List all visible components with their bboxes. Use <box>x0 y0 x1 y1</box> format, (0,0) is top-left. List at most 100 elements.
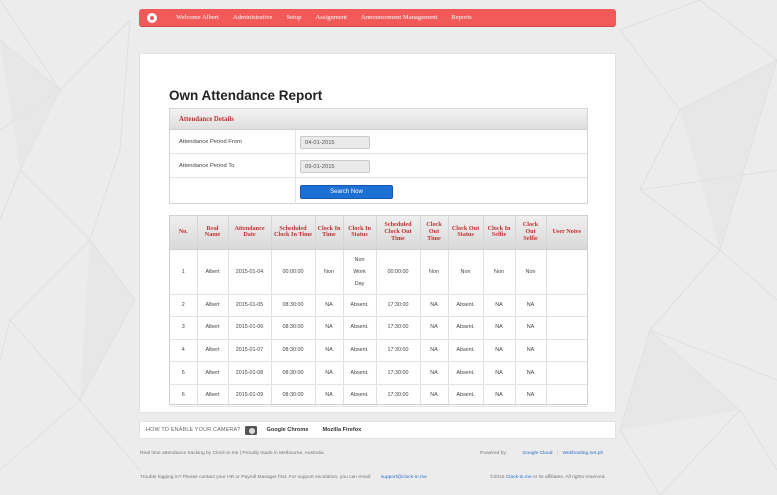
cell-no: 1 <box>170 249 198 295</box>
cell-no: 2 <box>170 294 198 318</box>
cell-no: 3 <box>170 316 198 340</box>
cell-clock-in-time: NA <box>315 316 344 340</box>
cell-clock-out-status: Absent. <box>448 384 484 408</box>
cell-real-name: Albert <box>197 384 229 408</box>
cell-clock-in-selfie: NA <box>483 384 516 408</box>
details-header-label: Attendance Details <box>179 115 234 123</box>
cell-clock-out-status: Absent. <box>448 294 484 318</box>
cell-clock-out-selfie: NA <box>515 384 547 408</box>
cell-scheduled-clock-in: 08:30:00 <box>271 384 316 408</box>
cell-clock-out-time: NA <box>420 384 449 408</box>
cell-clock-in-status: Absent. <box>343 339 377 363</box>
cell-clock-out-status: Non <box>448 249 484 295</box>
cell-clock-in-selfie: NA <box>483 361 516 385</box>
cell-clock-in-status: Absent. <box>343 294 377 318</box>
copyright-brand-link[interactable]: Clock-in.me <box>506 475 532 480</box>
cell-attendance-date: 2015-01-04 <box>228 249 272 295</box>
webhosting-link[interactable]: Webhosting.net.ph <box>562 451 603 456</box>
cell-real-name: Albert <box>197 361 229 385</box>
cell-clock-out-selfie: NA <box>515 361 547 385</box>
cell-clock-in-selfie: NA <box>483 294 516 318</box>
nav-item-announcement-management[interactable]: Announcement Management <box>354 9 444 27</box>
nav-item-assignment[interactable]: Assignment <box>308 9 354 27</box>
cell-real-name: Albert <box>197 294 229 318</box>
cell-no: 5 <box>170 361 198 385</box>
col-attendance-date: Attendance Date <box>228 216 272 250</box>
page-title: Own Attendance Report <box>169 88 323 103</box>
table-header-row: No. Real Name Attendance Date Scheduled … <box>170 216 587 250</box>
table-row: 2 Albert 2015-01-05 08:30:00 NA Absent. … <box>170 294 587 318</box>
search-now-button[interactable]: Search Now <box>300 185 393 199</box>
cell-attendance-date: 2015-01-05 <box>228 294 272 318</box>
nav-item-reports[interactable]: Reports <box>444 9 479 27</box>
camera-icon <box>245 425 258 435</box>
cell-clock-in-time: NA <box>315 384 344 408</box>
cell-clock-in-status: Non Work Day <box>343 249 377 295</box>
col-clock-in-selfie: Clock In Selfie <box>483 216 516 250</box>
cell-scheduled-clock-in: 00:00:00 <box>271 249 316 295</box>
footer-tagline: Real time attendance tracking by Clock-i… <box>140 451 324 456</box>
period-to-row: Attendance Period To <box>170 154 587 178</box>
cell-clock-out-time: NA <box>420 316 449 340</box>
google-chrome-link[interactable]: Google Chrome <box>266 427 308 433</box>
period-from-row: Attendance Period From <box>170 130 587 154</box>
cell-clock-in-status: Absent. <box>343 361 377 385</box>
cell-attendance-date: 2015-01-08 <box>228 361 272 385</box>
period-to-input[interactable] <box>300 160 370 173</box>
cell-attendance-date: 2015-01-06 <box>228 316 272 340</box>
cell-scheduled-clock-out: 00:00:00 <box>376 249 421 295</box>
period-to-label: Attendance Period To <box>179 163 235 169</box>
period-from-label: Attendance Period From <box>179 139 242 145</box>
camera-help-text: HOW TO ENABLE YOUR CAMERA? <box>146 427 241 433</box>
footer-copyright: ©2015 Clock-in.me or its affiliates. All… <box>490 475 606 480</box>
cell-no: 4 <box>170 339 198 363</box>
support-email-link[interactable]: support@clock-in.me <box>381 475 427 480</box>
cell-clock-in-time: NA <box>315 361 344 385</box>
attendance-report-table: No. Real Name Attendance Date Scheduled … <box>170 216 587 408</box>
cell-real-name: Albert <box>197 316 229 340</box>
details-header: Attendance Details <box>170 109 587 130</box>
cell-clock-out-selfie: NA <box>515 294 547 318</box>
table-row: 6 Albert 2015-01-09 08:30:00 NA Absent. … <box>170 384 587 408</box>
cell-clock-out-status: Absent. <box>448 339 484 363</box>
table-row: 5 Albert 2015-01-08 08:30:00 NA Absent. … <box>170 361 587 385</box>
cell-clock-in-selfie: Non <box>483 249 516 295</box>
google-cloud-link[interactable]: Google Cloud <box>523 451 553 456</box>
nav-item-administrative[interactable]: Administrative <box>226 9 280 27</box>
cell-scheduled-clock-in: 08:30:00 <box>271 361 316 385</box>
mozilla-firefox-link[interactable]: Mozilla Firefox <box>322 427 361 433</box>
cell-user-notes <box>546 294 587 318</box>
cell-scheduled-clock-out: 17:30:00 <box>376 316 421 340</box>
cell-clock-in-time: NA <box>315 339 344 363</box>
table-row: 3 Albert 2015-01-06 08:30:00 NA Absent. … <box>170 316 587 340</box>
camera-help-bar: HOW TO ENABLE YOUR CAMERA? Google Chrome… <box>139 421 616 439</box>
cell-clock-out-time: NA <box>420 361 449 385</box>
cell-clock-out-selfie: Non <box>515 249 547 295</box>
cell-clock-in-selfie: NA <box>483 339 516 363</box>
attendance-report-table-wrapper: No. Real Name Attendance Date Scheduled … <box>169 215 588 408</box>
nav-item-welcome[interactable]: Welcome Albert <box>169 9 226 27</box>
cell-clock-in-time: NA <box>315 294 344 318</box>
table-row: 4 Albert 2015-01-07 08:30:00 NA Absent. … <box>170 339 587 363</box>
cell-user-notes <box>546 384 587 408</box>
col-real-name: Real Name <box>197 216 229 250</box>
period-from-input[interactable] <box>300 136 370 149</box>
table-row: 1 Albert 2015-01-04 00:00:00 Non Non Wor… <box>170 249 587 295</box>
cell-real-name: Albert <box>197 249 229 295</box>
cell-user-notes <box>546 316 587 340</box>
support-text: Trouble logging in? Please contact your … <box>140 475 372 480</box>
cell-real-name: Albert <box>197 339 229 363</box>
main-card: Own Attendance Report Attendance Details… <box>139 53 616 413</box>
cell-clock-in-time: Non <box>315 249 344 295</box>
cell-scheduled-clock-in: 08:30:00 <box>271 294 316 318</box>
cell-clock-in-status: Absent. <box>343 316 377 340</box>
copyright-prefix: ©2015 <box>490 475 505 480</box>
cell-clock-out-selfie: NA <box>515 316 547 340</box>
col-scheduled-clock-in: Scheduled Clock In Time <box>271 216 316 250</box>
logo-icon[interactable] <box>147 12 157 23</box>
cell-clock-in-selfie: NA <box>483 316 516 340</box>
footer-support: Trouble logging in? Please contact your … <box>140 475 427 480</box>
nav-item-setup[interactable]: Setup <box>279 9 308 27</box>
cell-scheduled-clock-in: 08:30:00 <box>271 339 316 363</box>
cell-scheduled-clock-out: 17:30:00 <box>376 339 421 363</box>
